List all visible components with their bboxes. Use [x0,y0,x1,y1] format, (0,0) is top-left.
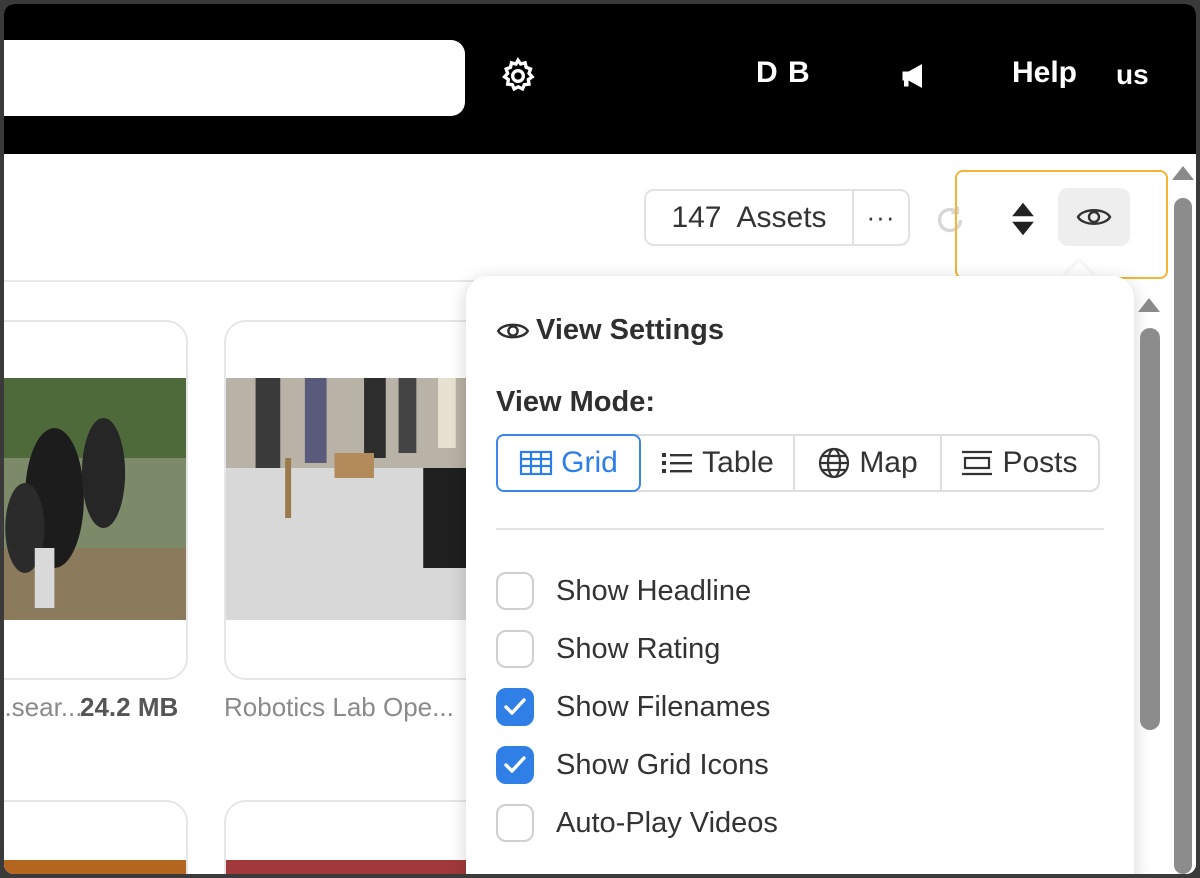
popover-scrollbar-thumb[interactable] [1140,328,1160,730]
checkbox-checked[interactable] [496,688,534,726]
view-mode-map-label: Map [859,446,918,479]
view-settings-title: View Settings [496,314,724,347]
view-mode-group: Grid Table Map Posts [496,434,1100,492]
option-show-rating[interactable]: Show Rating [496,630,720,668]
checkbox[interactable] [496,572,534,610]
toolbar-divider [4,280,474,282]
option-label: Auto-Play Videos [556,806,778,839]
grid-icon [520,450,553,476]
list-icon [662,453,693,473]
option-show-headline[interactable]: Show Headline [496,572,751,610]
option-label: Show Headline [556,574,752,607]
checkbox[interactable] [496,630,534,668]
option-label: Show Filenames [556,690,771,723]
posts-icon [962,450,993,476]
view-mode-posts-label: Posts [1002,446,1078,479]
popover-divider [496,528,1104,530]
option-label: Show Grid Icons [556,748,769,781]
view-mode-posts[interactable]: Posts [942,436,1096,490]
checkmark-icon [504,756,526,773]
option-label: Show Rating [556,632,721,665]
more-options-button[interactable]: ··· [854,191,908,244]
asset-card[interactable] [4,320,188,680]
top-bar: D B Help us [4,4,1196,154]
view-settings-popover: View Settings View Mode: Grid Table Map … [466,276,1134,874]
view-settings-button[interactable] [1058,188,1130,246]
eye-icon [496,323,530,338]
help-link[interactable]: Help [1012,56,1077,90]
page-scrollbar-thumb[interactable] [1174,198,1192,874]
asset-thumbnail [4,378,186,620]
asset-filename: Robotics Lab Ope... [224,692,454,722]
asset-count-button[interactable]: 147 Assets ··· [644,189,910,246]
sort-icon[interactable] [1006,200,1040,238]
asset-thumbnail [4,860,186,874]
user-initials[interactable]: D B [756,56,811,90]
checkbox[interactable] [496,804,534,842]
checkmark-icon [504,698,526,715]
popover-scroll-up-icon[interactable] [1138,298,1160,312]
scroll-up-arrow-icon[interactable] [1172,166,1194,180]
checkbox-checked[interactable] [496,746,534,784]
megaphone-icon[interactable] [898,58,934,94]
globe-icon [819,447,850,479]
view-mode-table[interactable]: Table [641,436,795,490]
option-show-filenames[interactable]: Show Filenames [496,688,770,726]
app-window: D B Help us 147 Assets ··· .sear... 24.2… [4,4,1196,874]
asset-card[interactable] [4,800,188,874]
option-auto-play-videos[interactable]: Auto-Play Videos [496,804,778,842]
view-settings-title-text: View Settings [536,314,725,346]
asset-count-label: 147 Assets [646,191,854,244]
search-input[interactable] [4,40,465,116]
eye-icon [1076,209,1112,225]
view-mode-grid-label: Grid [561,446,618,479]
view-mode-label: View Mode: [496,386,655,418]
asset-filename: ...sear... [4,692,83,722]
language-selector[interactable]: us [1116,59,1149,91]
view-mode-grid[interactable]: Grid [496,434,641,492]
view-mode-table-label: Table [702,446,774,479]
gear-icon[interactable] [498,56,538,96]
view-mode-map[interactable]: Map [795,436,942,490]
asset-filesize: 24.2 MB [80,692,179,722]
option-show-grid-icons[interactable]: Show Grid Icons [496,746,769,784]
